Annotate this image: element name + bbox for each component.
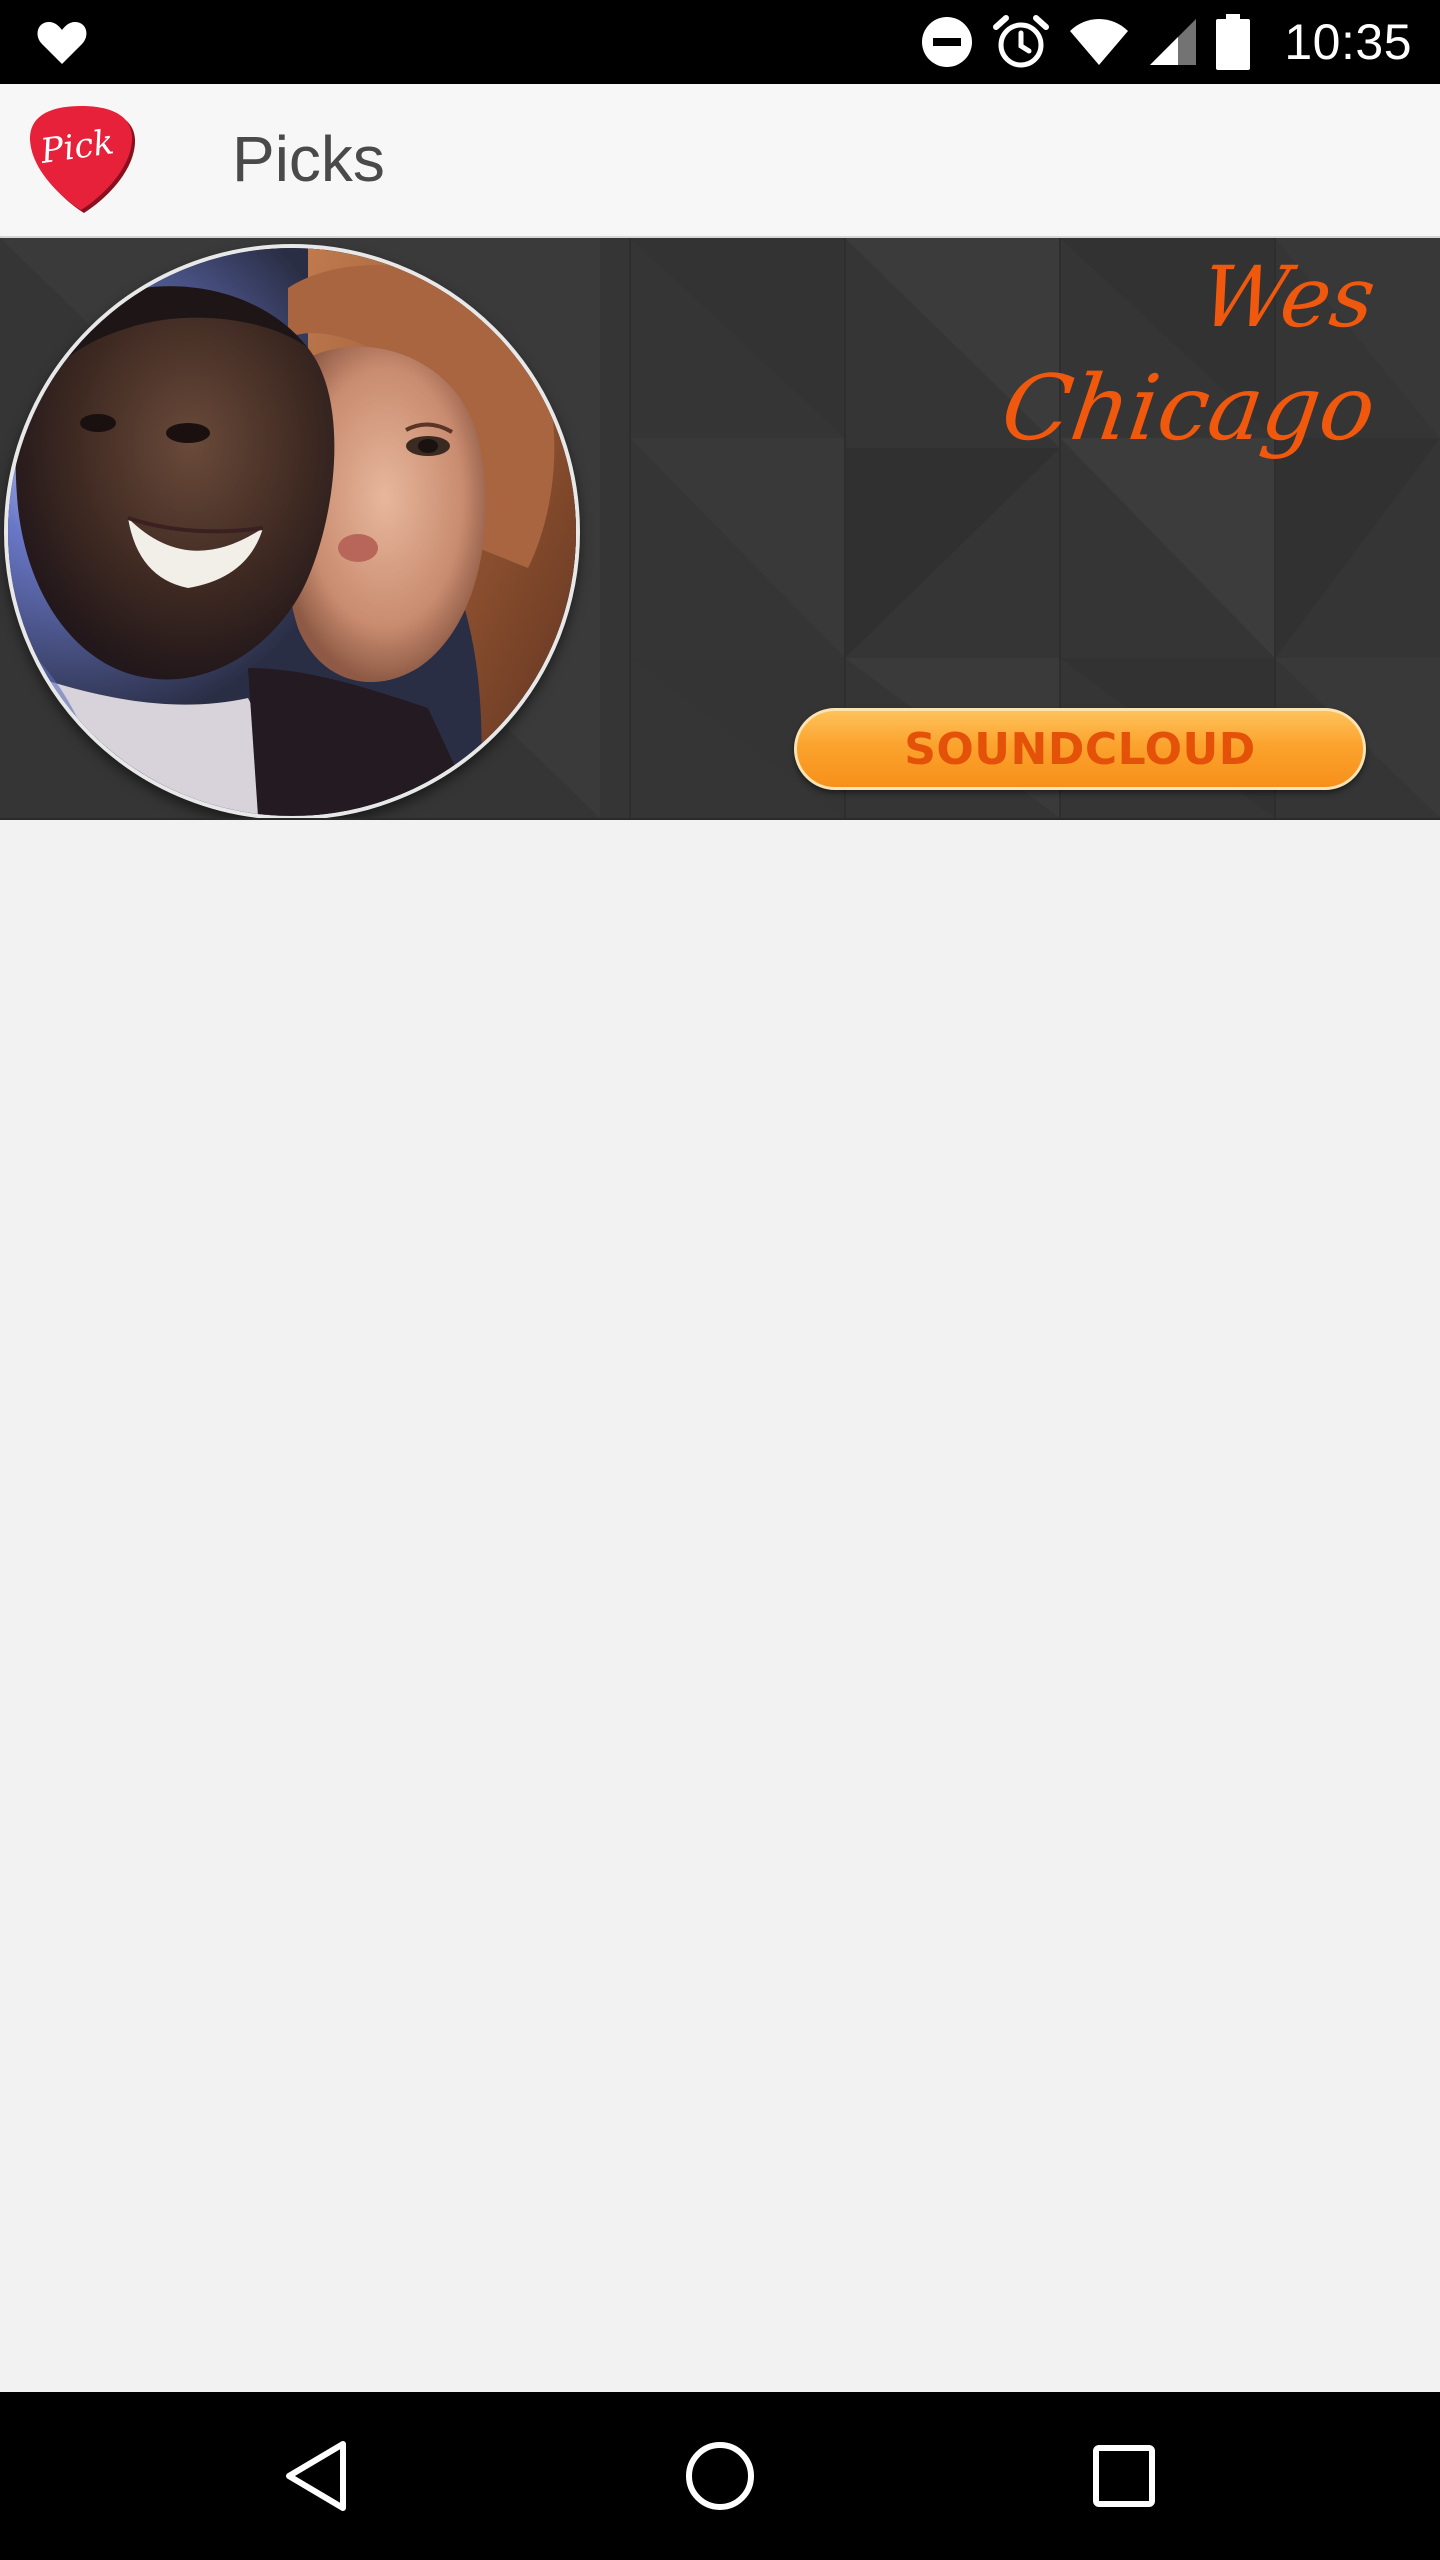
back-icon xyxy=(286,2441,346,2511)
alarm-icon xyxy=(993,15,1050,68)
content-area xyxy=(0,820,1440,2390)
avatar-photo xyxy=(8,248,576,816)
navigation-bar xyxy=(0,2392,1440,2560)
battery-icon xyxy=(1216,14,1251,70)
do-not-disturb-icon xyxy=(922,17,973,67)
recents-button[interactable] xyxy=(1074,2426,1174,2526)
home-button[interactable] xyxy=(670,2426,770,2526)
action-bar: Pick Picks xyxy=(0,84,1440,238)
page-title: Picks xyxy=(232,123,385,195)
home-icon xyxy=(686,2442,754,2510)
cell-signal-icon xyxy=(1150,19,1197,65)
avatar[interactable] xyxy=(4,244,580,818)
status-time: 10:35 xyxy=(1284,14,1412,70)
recents-icon xyxy=(1093,2445,1155,2507)
back-button[interactable] xyxy=(266,2426,366,2526)
status-bar: 10:35 xyxy=(0,0,1440,84)
soundcloud-button[interactable]: SOUNDCLOUD xyxy=(794,708,1366,790)
heart-icon xyxy=(37,22,87,64)
soundcloud-button-label: SOUNDCLOUD xyxy=(904,723,1256,775)
profile-name: Wes xyxy=(1194,248,1381,346)
status-icons: 10:35 xyxy=(920,0,1412,84)
wifi-icon xyxy=(1070,19,1129,65)
profile-card: Wes Chicago SOUNDCLOUD xyxy=(0,238,1440,820)
app-logo[interactable]: Pick xyxy=(26,102,136,214)
screen: 10:35 Pick Picks Wes Chicago SOUNDCLOUD xyxy=(0,0,1440,2560)
profile-city: Chicago xyxy=(995,356,1382,461)
